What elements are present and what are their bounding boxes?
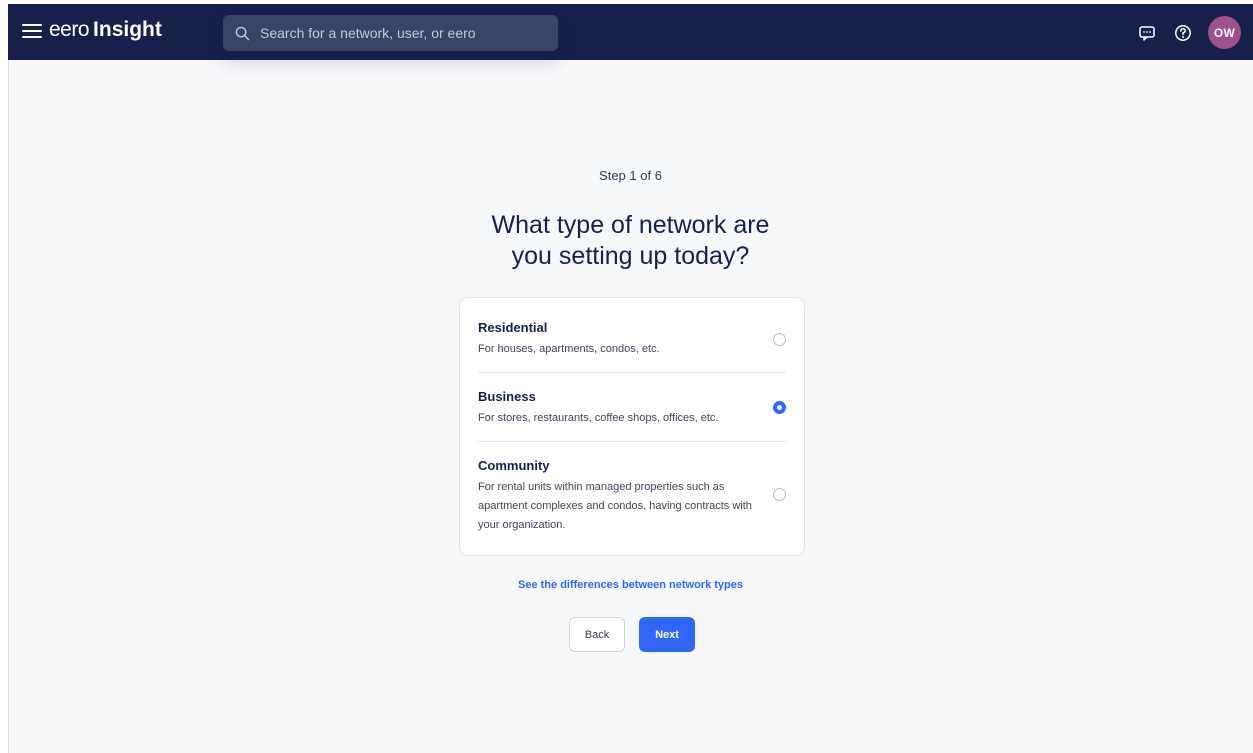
option-business[interactable]: Business For stores, restaurants, coffee… <box>478 373 786 442</box>
user-avatar[interactable]: OW <box>1208 16 1241 49</box>
network-type-options: Residential For houses, apartments, cond… <box>459 297 805 556</box>
network-types-differences-link[interactable]: See the differences between network type… <box>8 579 1253 591</box>
option-description: For stores, restaurants, coffee shops, o… <box>478 412 719 424</box>
menu-icon[interactable] <box>22 22 42 40</box>
page-title-line-1: What type of network are <box>491 211 770 239</box>
help-icon[interactable] <box>1172 22 1194 44</box>
option-title: Community <box>478 458 550 473</box>
header-actions: OW <box>1136 16 1241 49</box>
network-setup-wizard: Step 1 of 6 What type of network are you… <box>8 60 1253 753</box>
option-title: Business <box>478 389 536 404</box>
option-description: For houses, apartments, condos, etc. <box>478 343 660 355</box>
radio-community[interactable] <box>773 488 786 501</box>
option-description: For rental units within managed properti… <box>478 481 752 531</box>
search-bar[interactable] <box>223 15 558 51</box>
option-community[interactable]: Community For rental units within manage… <box>478 442 786 556</box>
option-title: Residential <box>478 320 548 335</box>
next-button[interactable]: Next <box>639 617 695 652</box>
search-input[interactable] <box>260 25 540 41</box>
back-button[interactable]: Back <box>569 617 625 652</box>
option-residential[interactable]: Residential For houses, apartments, cond… <box>478 298 786 373</box>
top-navigation-bar: eero Insight OW <box>8 4 1253 60</box>
radio-residential[interactable] <box>773 333 786 346</box>
radio-business[interactable] <box>773 401 786 414</box>
brand-name-light: eero <box>49 18 90 41</box>
step-indicator: Step 1 of 6 <box>599 168 662 183</box>
page-title-line-2: you setting up today? <box>511 242 750 270</box>
page-title: What type of network are you setting up … <box>8 210 1253 272</box>
brand-logo[interactable]: eero Insight <box>49 18 162 42</box>
chat-icon[interactable] <box>1136 22 1158 44</box>
brand-name-bold: Insight <box>93 18 162 41</box>
wizard-buttons: Back Next <box>569 617 695 652</box>
search-icon <box>235 26 250 40</box>
